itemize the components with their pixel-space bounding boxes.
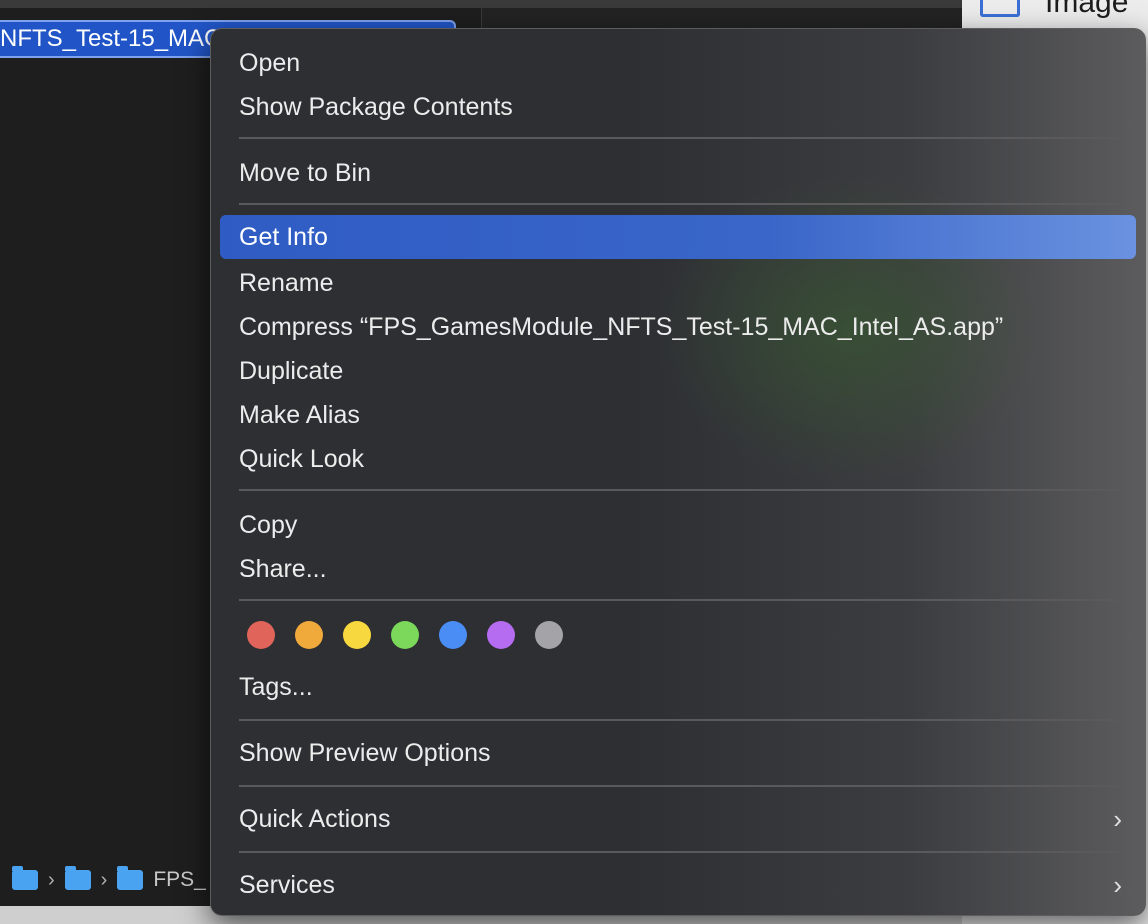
tag-purple-dot[interactable]	[487, 621, 515, 649]
menu-separator	[239, 203, 1119, 205]
folder-icon[interactable]	[12, 866, 38, 890]
menu-item-show-preview-options[interactable]: Show Preview Options	[220, 731, 1136, 775]
menu-separator	[239, 719, 1119, 721]
menu-separator	[239, 489, 1119, 491]
menu-item-label: Quick Actions	[239, 805, 391, 833]
menu-item-compress[interactable]: Compress “FPS_GamesModule_NFTS_Test-15_M…	[220, 305, 1136, 349]
menu-item-services[interactable]: Services ›	[220, 863, 1136, 907]
tag-red-dot[interactable]	[247, 621, 275, 649]
tag-yellow-dot[interactable]	[343, 621, 371, 649]
menu-separator	[239, 599, 1119, 601]
menu-separator	[239, 137, 1119, 139]
tag-orange-dot[interactable]	[295, 621, 323, 649]
menu-separator	[239, 851, 1119, 853]
chevron-right-icon: ›	[48, 869, 55, 891]
menu-item-rename[interactable]: Rename	[220, 261, 1136, 305]
menu-item-make-alias[interactable]: Make Alias	[220, 393, 1136, 437]
chevron-right-icon: ›	[1113, 804, 1122, 834]
menu-item-share[interactable]: Share...	[220, 547, 1136, 591]
path-item-label[interactable]: FPS_	[153, 868, 206, 892]
preview-kind-label: Image	[1045, 0, 1129, 19]
menu-separator	[239, 785, 1119, 787]
menu-item-duplicate[interactable]: Duplicate	[220, 349, 1136, 393]
context-menu: Open Show Package Contents Move to Bin G…	[210, 28, 1146, 916]
menu-item-open[interactable]: Open	[220, 41, 1136, 85]
menu-item-move-to-bin[interactable]: Move to Bin	[220, 151, 1136, 195]
menu-item-copy[interactable]: Copy	[220, 503, 1136, 547]
menu-item-label: Services	[239, 871, 335, 899]
chevron-right-icon: ›	[100, 869, 108, 891]
menu-item-show-package-contents[interactable]: Show Package Contents	[220, 85, 1136, 129]
menu-item-quick-actions[interactable]: Quick Actions ›	[220, 797, 1136, 841]
tag-green-dot[interactable]	[391, 621, 419, 649]
menu-item-get-info[interactable]: Get Info	[220, 215, 1136, 259]
tag-gray-dot[interactable]	[535, 621, 563, 649]
image-icon	[980, 0, 1020, 17]
menu-item-tags[interactable]: Tags...	[220, 665, 1136, 709]
folder-icon[interactable]	[117, 866, 144, 890]
tag-blue-dot[interactable]	[439, 621, 467, 649]
chevron-right-icon: ›	[1113, 870, 1122, 900]
folder-icon[interactable]	[64, 866, 91, 890]
window-toolbar-edge	[0, 0, 962, 8]
desktop: Image NFTS_Test-15_MAC › › FPS_ Open Sho…	[0, 0, 1148, 924]
menu-item-quick-look[interactable]: Quick Look	[220, 437, 1136, 481]
